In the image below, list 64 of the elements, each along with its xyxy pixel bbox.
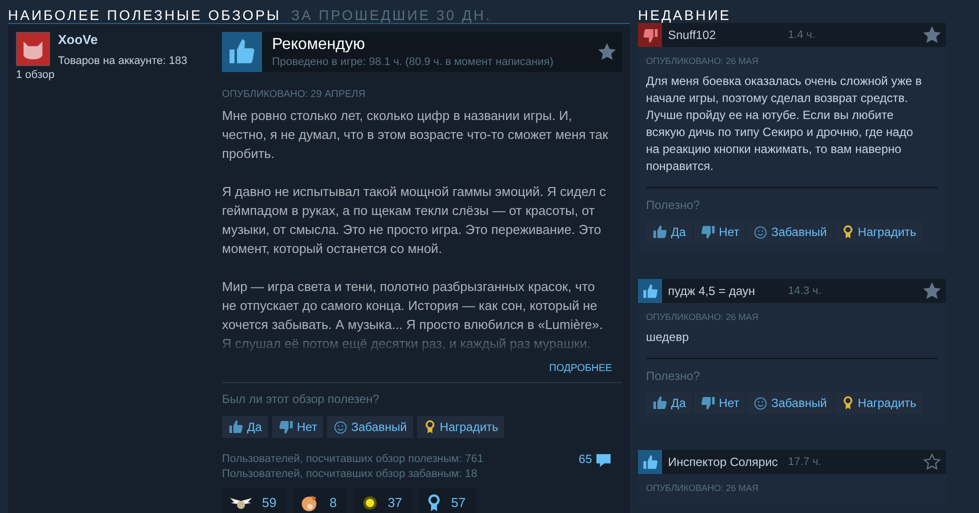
vote-button[interactable]: Наградить <box>834 392 922 414</box>
author-name[interactable]: XooVe <box>58 32 188 47</box>
playtime: 1.4 ч. <box>788 29 816 41</box>
vote-button[interactable]: Забавный <box>747 221 833 243</box>
vote-stat: Пользователей, посчитавших обзор полезным: 761 <box>222 452 484 467</box>
award-icon <box>422 419 437 435</box>
award-icon <box>840 395 855 411</box>
helpful-question: Полезно? <box>645 197 701 212</box>
smiley-icon <box>753 224 768 240</box>
read-more-link[interactable]: ПОДРОБНЕЕ <box>549 363 612 374</box>
review-paragraph: Я давно не испытывал такой мощной гаммы эмоций. Я сидел с геймпадом в руках, а по щекам текли слёзы — от красоты, от музыки, от смысла. Это не просто игра. Это переживание. Это момент, который останется со мной. <box>222 183 607 258</box>
award-badge[interactable]: 57 <box>419 488 476 513</box>
star-icon[interactable] <box>598 43 616 61</box>
author-name[interactable]: Инспектор Солярис <box>668 455 788 469</box>
award-badge[interactable]: 59 <box>222 488 286 513</box>
verdict-title[interactable]: Рекомендую <box>272 36 598 54</box>
vote-button[interactable]: Нет <box>272 416 324 438</box>
helpful-question: Был ли этот обзор полезен? <box>222 392 380 406</box>
award-badge[interactable]: 37 <box>354 488 412 513</box>
speech-bubble-icon <box>595 452 612 469</box>
review-text: Для меня боевка оказалась очень сложной уже в начале игры, поэтому сделал возврат средств. Лучше пройду ее на ютубе. Если вы любите всякую дичь по типу Секиро и дрочню, где надо на реакцию кнопки нажимать, то вам наверно понравится. <box>646 73 923 175</box>
thumbs-down-icon <box>700 395 716 411</box>
star-icon[interactable] <box>923 282 941 300</box>
section-title: НЕДАВНИЕ <box>638 6 732 23</box>
thumbs-up-icon <box>228 419 244 435</box>
vote-button[interactable]: Нет <box>694 221 746 243</box>
playtime: Проведено в игре: 98.1 ч. (80.9 ч. в момент написания) <box>272 56 554 68</box>
smiley-icon <box>333 420 348 434</box>
comment-count-link[interactable]: 65 <box>578 452 612 470</box>
award-badge[interactable]: 8 <box>293 488 347 513</box>
playtime: 14.3 ч. <box>788 285 822 297</box>
review-paragraph: Мне ровно столько лет, сколько цифр в названии игры. И, честно, я не думал, что в этом возрасте что-то сможет меня так пробить. <box>222 107 610 163</box>
vote-button[interactable]: Забавный <box>327 416 413 438</box>
vote-button[interactable]: Нет <box>694 392 746 414</box>
post-date: ОПУБЛИКОВАНО: 26 МАЯ <box>645 482 760 493</box>
vote-button[interactable]: Наградить <box>416 416 504 438</box>
vote-button[interactable]: Забавный <box>747 392 833 414</box>
vote-button[interactable]: Да <box>646 392 692 414</box>
avatar-icon[interactable] <box>16 32 50 66</box>
section-subtitle: ЗА ПРОШЕДШИЕ 30 ДН. <box>291 7 492 23</box>
vote-button[interactable]: Да <box>222 416 268 438</box>
thumbs-up-icon <box>652 395 668 411</box>
smiley-icon <box>753 396 768 410</box>
thumbs-down-icon <box>278 419 294 435</box>
author-name[interactable]: пудж 4,5 = даун <box>668 284 788 298</box>
thumbs-up-icon <box>652 224 668 240</box>
post-date: ОПУБЛИКОВАНО: 26 МАЯ <box>645 311 760 322</box>
star-icon[interactable] <box>923 453 941 471</box>
review-count[interactable]: 1 обзор <box>16 69 222 81</box>
playtime: 17.7 ч. <box>788 456 822 468</box>
vote-button[interactable]: Наградить <box>834 221 922 243</box>
section-title: НАИБОЛЕЕ ПОЛЕЗНЫЕ ОБЗОРЫ <box>8 7 282 23</box>
review-text: шедевр <box>646 329 690 346</box>
vote-button[interactable]: Да <box>646 221 692 243</box>
post-date: ОПУБЛИКОВАНО: 29 АПРЕЛЯ <box>222 89 366 100</box>
vote-stat: Пользователей, посчитавших обзор забавным: 18 <box>222 467 478 482</box>
award-icon <box>840 224 855 240</box>
thumbs-down-icon <box>700 224 716 240</box>
star-icon[interactable] <box>923 26 941 44</box>
product-count[interactable]: Товаров на аккаунте: 183 <box>58 55 188 67</box>
author-name[interactable]: Snuff102 <box>668 28 788 42</box>
helpful-question: Полезно? <box>645 368 701 383</box>
review-paragraph: Мир — игра света и тени, полотно разбрызганных красок, что не отпускает до самого конца. История — как сон, который не хочется забывать. А музыка... Я просто влюбился в «Lumière». Я слушал её потом ещё десятки раз, и каждый раз мурашки. <box>222 278 604 353</box>
post-date: ОПУБЛИКОВАНО: 26 МАЯ <box>645 55 760 66</box>
